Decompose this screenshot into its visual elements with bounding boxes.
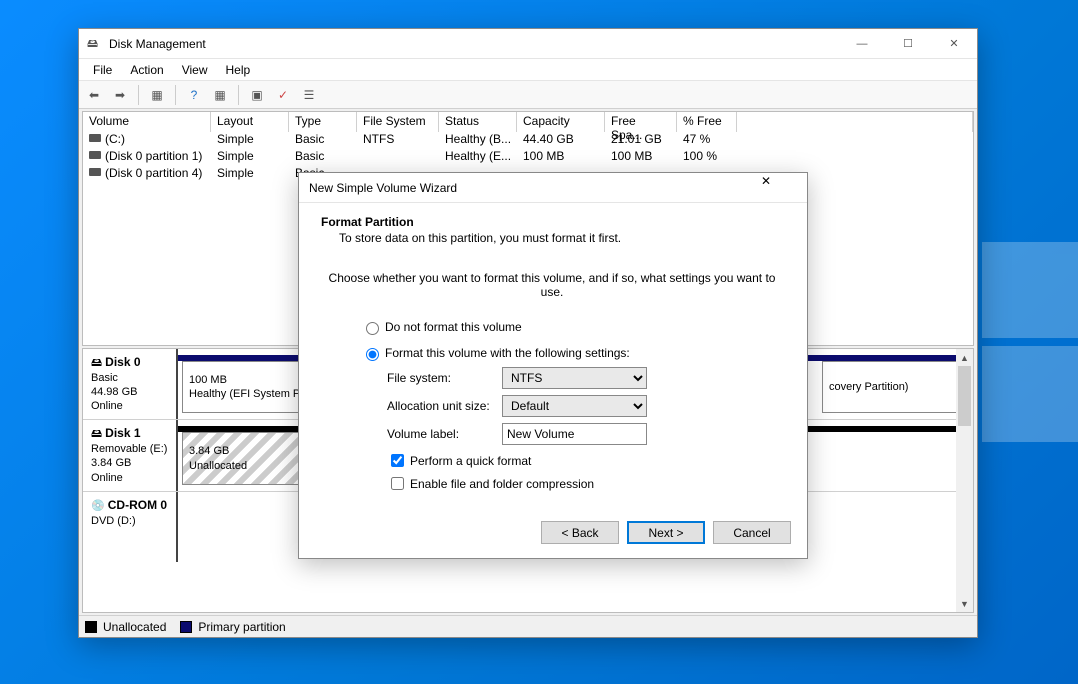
properties-icon[interactable]: ☰ bbox=[298, 84, 320, 106]
back-button[interactable]: < Back bbox=[541, 521, 619, 544]
legend-label: Primary partition bbox=[198, 620, 285, 634]
radio-input[interactable] bbox=[366, 348, 379, 361]
col-volume[interactable]: Volume bbox=[83, 112, 211, 132]
col-layout[interactable]: Layout bbox=[211, 112, 289, 132]
titlebar: 🖴 Disk Management ― ☐ ✕ bbox=[79, 29, 977, 59]
menu-bar: File Action View Help bbox=[79, 59, 977, 81]
col-capacity[interactable]: Capacity bbox=[517, 112, 605, 132]
disk-info[interactable]: 💿 CD-ROM 0 DVD (D:) bbox=[83, 492, 178, 562]
col-freespace[interactable]: Free Spa... bbox=[605, 112, 677, 132]
scroll-thumb[interactable] bbox=[958, 366, 971, 426]
menu-help[interactable]: Help bbox=[218, 61, 259, 79]
col-pctfree[interactable]: % Free bbox=[677, 112, 737, 132]
cancel-button[interactable]: Cancel bbox=[713, 521, 791, 544]
maximize-button[interactable]: ☐ bbox=[885, 29, 931, 59]
checkbox-label: Perform a quick format bbox=[410, 454, 531, 468]
refresh-icon[interactable]: ▣ bbox=[246, 84, 268, 106]
close-button[interactable]: ✕ bbox=[931, 29, 977, 59]
list-view-icon[interactable]: ▦ bbox=[146, 84, 168, 106]
dialog-title: New Simple Volume Wizard bbox=[309, 181, 761, 195]
col-status[interactable]: Status bbox=[439, 112, 517, 132]
filesystem-label: File system: bbox=[387, 371, 502, 385]
compression-checkbox[interactable]: Enable file and folder compression bbox=[387, 474, 783, 493]
scroll-down-icon[interactable]: ▼ bbox=[956, 595, 973, 612]
scroll-up-icon[interactable]: ▲ bbox=[956, 349, 973, 366]
dialog-prompt: Choose whether you want to format this v… bbox=[321, 271, 783, 299]
list-row[interactable]: (Disk 0 partition 1) Simple Basic Health… bbox=[83, 149, 973, 166]
radio-do-not-format[interactable]: Do not format this volume bbox=[361, 319, 783, 335]
partition[interactable]: covery Partition) bbox=[822, 361, 967, 413]
app-icon: 🖴 bbox=[87, 36, 103, 52]
radio-format-with-settings[interactable]: Format this volume with the following se… bbox=[361, 345, 783, 361]
col-filesystem[interactable]: File System bbox=[357, 112, 439, 132]
volume-label-label: Volume label: bbox=[387, 427, 502, 441]
disk-icon bbox=[89, 151, 101, 159]
checkbox-label: Enable file and folder compression bbox=[410, 477, 594, 491]
forward-icon[interactable]: ➡ bbox=[109, 84, 131, 106]
allocation-unit-label: Allocation unit size: bbox=[387, 399, 502, 413]
menu-file[interactable]: File bbox=[85, 61, 120, 79]
disk-info[interactable]: 🖴 Disk 0 Basic 44.98 GB Online bbox=[83, 349, 178, 419]
window-title: Disk Management bbox=[109, 37, 839, 51]
volume-label-input[interactable] bbox=[502, 423, 647, 445]
help-icon[interactable]: ? bbox=[183, 84, 205, 106]
minimize-button[interactable]: ― bbox=[839, 29, 885, 59]
check-icon[interactable]: ✓ bbox=[272, 84, 294, 106]
grid-view-icon[interactable]: ▦ bbox=[209, 84, 231, 106]
menu-view[interactable]: View bbox=[174, 61, 216, 79]
new-simple-volume-wizard-dialog: New Simple Volume Wizard ✕ Format Partit… bbox=[298, 172, 808, 559]
col-type[interactable]: Type bbox=[289, 112, 357, 132]
list-header: Volume Layout Type File System Status Ca… bbox=[83, 112, 973, 132]
back-icon[interactable]: ⬅ bbox=[83, 84, 105, 106]
partition[interactable]: 100 MB Healthy (EFI System P bbox=[182, 361, 317, 413]
checkbox-input[interactable] bbox=[391, 454, 404, 467]
next-button[interactable]: Next > bbox=[627, 521, 705, 544]
partition-unallocated[interactable]: 3.84 GB Unallocated bbox=[182, 432, 317, 484]
legend-label: Unallocated bbox=[103, 620, 166, 634]
dialog-close-button[interactable]: ✕ bbox=[761, 174, 801, 202]
list-row[interactable]: (C:) Simple Basic NTFS Healthy (B... 44.… bbox=[83, 132, 973, 149]
legend-swatch-unallocated bbox=[85, 621, 97, 633]
dialog-heading: Format Partition bbox=[321, 215, 414, 229]
legend-swatch-primary bbox=[180, 621, 192, 633]
disk-info[interactable]: 🖴 Disk 1 Removable (E:) 3.84 GB Online bbox=[83, 420, 178, 490]
toolbar: ⬅ ➡ ▦ ? ▦ ▣ ✓ ☰ bbox=[79, 81, 977, 109]
legend: Unallocated Primary partition bbox=[79, 615, 977, 637]
filesystem-select[interactable]: NTFS bbox=[502, 367, 647, 389]
menu-action[interactable]: Action bbox=[122, 61, 171, 79]
dialog-titlebar: New Simple Volume Wizard ✕ bbox=[299, 173, 807, 203]
radio-input[interactable] bbox=[366, 322, 379, 335]
disk-icon bbox=[89, 168, 101, 176]
vertical-scrollbar[interactable]: ▲ ▼ bbox=[956, 349, 973, 612]
radio-label: Format this volume with the following se… bbox=[385, 346, 630, 360]
radio-label: Do not format this volume bbox=[385, 320, 522, 334]
quick-format-checkbox[interactable]: Perform a quick format bbox=[387, 451, 783, 470]
disk-icon bbox=[89, 134, 101, 142]
dialog-subheading: To store data on this partition, you mus… bbox=[339, 231, 787, 245]
checkbox-input[interactable] bbox=[391, 477, 404, 490]
allocation-unit-select[interactable]: Default bbox=[502, 395, 647, 417]
